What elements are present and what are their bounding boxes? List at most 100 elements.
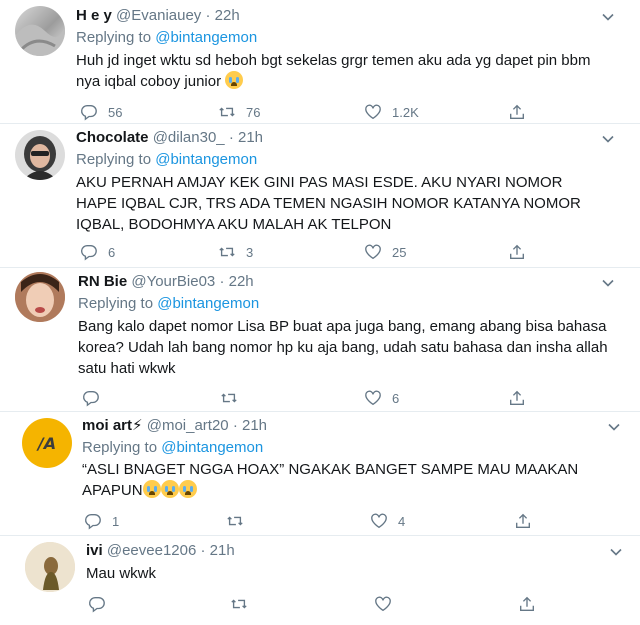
replying-to-label: Replying to — [76, 29, 152, 46]
heart-icon — [365, 244, 381, 260]
tweet[interactable]: ivi @eevee1206 · 21h Mau wkwk — [0, 536, 640, 625]
user-handle[interactable]: @dilan30_ — [153, 129, 225, 146]
reply-button[interactable] — [82, 388, 110, 408]
display-name[interactable]: H e y — [76, 7, 112, 24]
like-button[interactable]: 6 — [364, 388, 399, 408]
reply-count: 56 — [108, 104, 123, 120]
display-name[interactable]: ivi — [86, 542, 103, 559]
tweet[interactable]: /A moi art⚡ @moi_art20 · 21h Replying to… — [0, 412, 640, 536]
tweet-text: “ASLI BNAGET NGGA HOAX” NGAKAK BANGET SA… — [82, 459, 602, 501]
display-name[interactable]: moi art⚡ — [82, 417, 143, 434]
separator-dot: · — [200, 542, 206, 559]
replying-to-line: Replying to @bintangemon — [76, 150, 257, 170]
user-handle[interactable]: @moi_art20 — [147, 417, 229, 434]
mention-link[interactable]: @bintangemon — [155, 29, 257, 46]
reply-button[interactable] — [88, 594, 106, 614]
heart-icon — [365, 390, 381, 406]
retweet-button[interactable] — [230, 594, 248, 614]
crying-face-emoji — [225, 71, 244, 89]
replying-to-line: Replying to @bintangemon — [82, 438, 263, 458]
tweet-text: Huh jd inget wktu sd heboh bgt sekelas g… — [76, 50, 596, 92]
replying-to-label: Replying to — [78, 295, 154, 312]
retweet-button[interactable] — [220, 388, 248, 408]
share-icon — [516, 513, 530, 528]
reply-icon — [81, 245, 97, 261]
avatar[interactable] — [15, 6, 65, 56]
reply-icon — [89, 597, 105, 613]
tweet[interactable]: H e y @Evaniauey · 22h Replying to @bint… — [0, 0, 640, 124]
like-count: 25 — [392, 244, 407, 260]
avatar[interactable] — [15, 272, 65, 322]
timestamp[interactable]: 21h — [210, 542, 235, 559]
reply-count: 6 — [108, 244, 116, 260]
like-button[interactable]: 1.2K — [364, 102, 419, 122]
retweet-icon — [221, 393, 237, 403]
reply-button[interactable]: 56 — [80, 102, 122, 122]
reply-icon — [83, 391, 99, 407]
share-button[interactable] — [508, 102, 526, 122]
retweet-icon — [219, 107, 235, 117]
chevron-down-icon[interactable] — [600, 9, 616, 25]
retweet-button[interactable]: 3 — [218, 242, 253, 262]
chevron-down-icon[interactable] — [600, 131, 616, 147]
display-name[interactable]: Chocolate — [76, 129, 149, 146]
timestamp[interactable]: 21h — [238, 129, 263, 146]
avatar[interactable]: /A — [22, 418, 72, 468]
chevron-down-icon[interactable] — [606, 419, 622, 435]
timestamp[interactable]: 22h — [229, 273, 254, 290]
tweet-text: AKU PERNAH AMJAY KEK GINI PAS MASI ESDE.… — [76, 172, 606, 235]
tweet-text-content: AKU PERNAH AMJAY KEK GINI PAS MASI ESDE.… — [76, 174, 581, 233]
timestamp[interactable]: 22h — [215, 7, 240, 24]
avatar[interactable] — [25, 542, 75, 592]
crying-face-emoji — [142, 480, 161, 498]
share-icon — [520, 596, 534, 611]
tweet-header: RN Bie @YourBie03 · 22h — [78, 272, 254, 292]
timestamp[interactable]: 21h — [242, 417, 267, 434]
mention-link[interactable]: @bintangemon — [161, 439, 263, 456]
share-button[interactable] — [514, 511, 532, 531]
reply-button[interactable]: 1 — [84, 511, 119, 531]
crying-face-emoji — [178, 480, 197, 498]
like-count: 1.2K — [392, 104, 419, 120]
like-count: 6 — [392, 390, 400, 406]
heart-icon — [375, 596, 391, 612]
heart-icon — [371, 513, 387, 529]
chevron-down-icon[interactable] — [608, 544, 624, 560]
share-button[interactable] — [508, 388, 526, 408]
retweet-count: 3 — [246, 244, 254, 260]
retweet-icon — [219, 247, 235, 257]
tweet-text-content: Bang kalo dapet nomor Lisa BP buat apa j… — [78, 318, 608, 377]
retweet-button[interactable] — [226, 511, 254, 531]
chevron-down-icon[interactable] — [600, 275, 616, 291]
mention-link[interactable]: @bintangemon — [157, 295, 259, 312]
share-button[interactable] — [508, 242, 526, 262]
separator-dot: · — [205, 7, 211, 24]
share-button[interactable] — [518, 594, 536, 614]
like-button[interactable] — [374, 594, 392, 614]
avatar-figure-image — [25, 542, 75, 592]
user-handle[interactable]: @YourBie03 — [131, 273, 215, 290]
crying-face-emoji — [160, 480, 179, 498]
avatar[interactable] — [15, 130, 65, 180]
mention-link[interactable]: @bintangemon — [155, 151, 257, 168]
retweet-button[interactable]: 76 — [218, 102, 260, 122]
retweet-count: 76 — [246, 104, 261, 120]
tweet-text: Mau wkwk — [86, 563, 586, 584]
tweet-header: H e y @Evaniauey · 22h — [76, 6, 240, 26]
reply-count: 1 — [112, 513, 120, 529]
user-handle[interactable]: @Evaniauey — [116, 7, 201, 24]
display-name[interactable]: RN Bie — [78, 273, 127, 290]
like-button[interactable]: 25 — [364, 242, 406, 262]
share-icon — [510, 104, 524, 119]
like-button[interactable]: 4 — [370, 511, 405, 531]
avatar-logo-text: /A — [37, 433, 57, 453]
tweet[interactable]: RN Bie @YourBie03 · 22h Replying to @bin… — [0, 268, 640, 412]
user-handle[interactable]: @eevee1206 — [107, 542, 196, 559]
tweet-text-content: Huh jd inget wktu sd heboh bgt sekelas g… — [76, 52, 591, 90]
avatar-person-image — [23, 136, 57, 180]
separator-dot: · — [228, 129, 234, 146]
tweet[interactable]: Chocolate @dilan30_ · 21h Replying to @b… — [0, 124, 640, 268]
separator-dot: · — [219, 273, 225, 290]
share-icon — [510, 244, 524, 259]
reply-button[interactable]: 6 — [80, 242, 115, 262]
